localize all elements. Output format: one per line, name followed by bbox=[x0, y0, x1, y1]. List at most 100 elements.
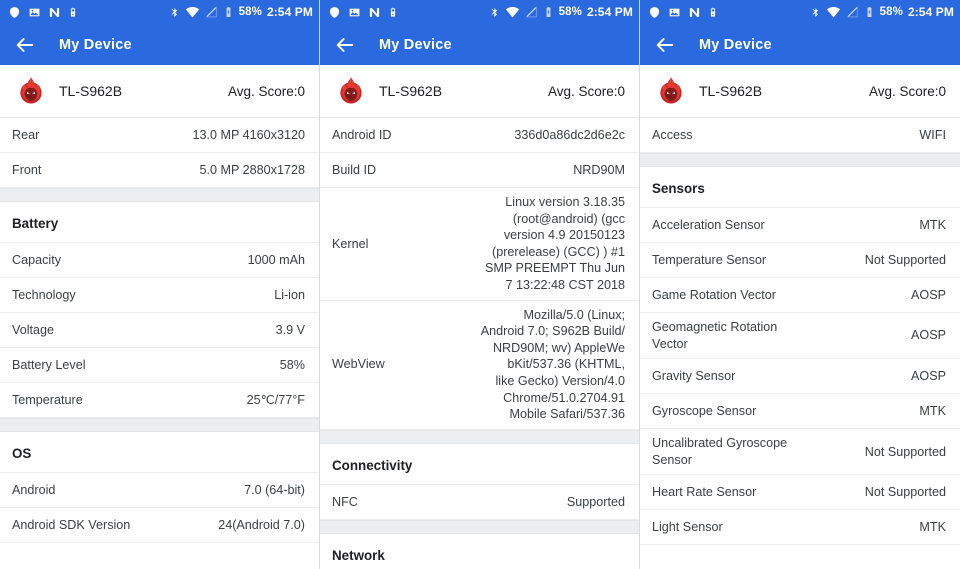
back-arrow-icon[interactable] bbox=[334, 34, 356, 56]
info-row[interactable]: Gyroscope Sensor MTK bbox=[640, 394, 960, 430]
info-row-value: Mozilla/5.0 (Linux; Android 7.0; S962B B… bbox=[480, 307, 625, 422]
battery-percent-label: 58% bbox=[558, 6, 582, 18]
info-row[interactable]: Gravity Sensor AOSP bbox=[640, 359, 960, 395]
avg-score-label: Avg. Score:0 bbox=[227, 83, 305, 99]
wifi-icon bbox=[185, 5, 200, 19]
info-row-label: Voltage bbox=[12, 322, 55, 337]
info-row[interactable]: Kernel Linux version 3.18.35 (root@androi… bbox=[320, 188, 639, 301]
section-separator bbox=[320, 429, 639, 444]
section-header: OS bbox=[0, 432, 319, 473]
info-row-value: MTK bbox=[919, 403, 946, 418]
battery-charging-icon bbox=[864, 5, 875, 19]
info-row[interactable]: Light Sensor MTK bbox=[640, 510, 960, 546]
page-title: My Device bbox=[379, 36, 452, 53]
info-row[interactable]: Build ID NRD90M bbox=[320, 153, 639, 188]
info-row-value: WIFI bbox=[919, 127, 946, 142]
info-row-label: Light Sensor bbox=[652, 520, 723, 535]
device-icon bbox=[708, 6, 718, 19]
blob-icon bbox=[8, 6, 21, 19]
info-row[interactable]: WebView Mozilla/5.0 (Linux; Android 7.0; … bbox=[320, 300, 639, 430]
wifi-icon bbox=[505, 5, 520, 19]
avg-score-label: Avg. Score:0 bbox=[547, 83, 625, 99]
info-row-value: Not Supported bbox=[864, 252, 946, 267]
info-row[interactable]: Voltage 3.9 V bbox=[0, 313, 319, 348]
status-bar-notification-icons bbox=[328, 6, 398, 19]
clock-label: 2:54 PM bbox=[907, 5, 954, 19]
antutu-flame-logo-icon bbox=[16, 76, 46, 106]
info-row[interactable]: NFC Supported bbox=[320, 484, 639, 520]
info-row-label: Android SDK Version bbox=[12, 517, 131, 532]
info-row-value: 25℃/77°F bbox=[246, 392, 305, 407]
nougat-n-icon bbox=[688, 6, 701, 19]
back-arrow-icon[interactable] bbox=[14, 34, 36, 56]
info-row[interactable]: Front 5.0 MP 2880x1728 bbox=[0, 153, 319, 188]
blob-icon bbox=[648, 6, 661, 19]
info-row[interactable]: Android 7.0 (64-bit) bbox=[0, 473, 319, 508]
wifi-icon bbox=[826, 5, 841, 19]
info-row[interactable]: Temperature 25℃/77°F bbox=[0, 383, 319, 418]
battery-percent-label: 58% bbox=[238, 6, 262, 18]
info-row-label: Kernel bbox=[332, 236, 369, 251]
info-row[interactable]: Android SDK Version 24(Android 7.0) bbox=[0, 508, 319, 543]
info-row-value: Supported bbox=[566, 494, 625, 509]
bluetooth-icon bbox=[169, 5, 180, 19]
info-row-value: 5.0 MP 2880x1728 bbox=[199, 162, 306, 177]
info-row[interactable]: Game Rotation Vector AOSP bbox=[640, 278, 960, 313]
info-row-value: NRD90M bbox=[573, 162, 625, 177]
app-bar: My Device bbox=[320, 24, 639, 65]
info-row-label: Capacity bbox=[12, 252, 61, 267]
panel-camera-battery-os: 58% 2:54 PM My Device TL-S962B Avg. Score:0 R… bbox=[0, 0, 320, 569]
status-bar-system-icons: 58% 2:54 PM bbox=[489, 5, 633, 19]
info-row-label: Temperature bbox=[12, 392, 83, 407]
info-row-value: 24(Android 7.0) bbox=[218, 517, 305, 532]
section-separator bbox=[0, 188, 319, 202]
battery-charging-icon bbox=[223, 5, 234, 19]
info-row-value: Li-ion bbox=[274, 287, 305, 302]
info-row[interactable]: Uncalibrated Gyroscope Sensor Not Support… bbox=[640, 429, 960, 476]
info-row[interactable]: Access WIFI bbox=[640, 118, 960, 153]
info-row[interactable]: Technology Li-ion bbox=[0, 278, 319, 313]
info-row-label: Acceleration Sensor bbox=[652, 217, 765, 232]
info-row[interactable]: Rear 13.0 MP 4160x3120 bbox=[0, 118, 319, 153]
info-row-label: WebView bbox=[332, 357, 385, 372]
device-model-label: TL-S962B bbox=[379, 83, 443, 99]
info-list[interactable]: Rear 13.0 MP 4160x3120 Front 5.0 MP 2880x17… bbox=[0, 118, 319, 569]
info-row[interactable]: Battery Level 58% bbox=[0, 348, 319, 383]
info-row-value: Linux version 3.18.35 (root@android) (gc… bbox=[485, 195, 625, 293]
avg-score-label: Avg. Score:0 bbox=[868, 83, 946, 99]
status-bar: 58% 2:54 PM bbox=[0, 0, 319, 24]
info-row[interactable]: Temperature Sensor Not Supported bbox=[640, 243, 960, 278]
device-model-label: TL-S962B bbox=[59, 83, 123, 99]
info-row[interactable]: Geomagnetic Rotation Vector AOSP bbox=[640, 313, 960, 360]
status-bar-system-icons: 58% 2:54 PM bbox=[169, 5, 313, 19]
info-row-label: Technology bbox=[12, 287, 76, 302]
back-arrow-icon[interactable] bbox=[654, 34, 676, 56]
info-row-value: AOSP bbox=[911, 287, 946, 302]
status-bar-system-icons: 58% 2:54 PM bbox=[810, 5, 954, 19]
device-icon bbox=[68, 6, 78, 19]
panel-sensors: 58% 2:54 PM My Device TL-S962B Avg. Score:0 A… bbox=[640, 0, 960, 569]
nougat-n-icon bbox=[48, 6, 61, 19]
status-bar: 58% 2:54 PM bbox=[640, 0, 960, 24]
section-header: Network bbox=[320, 533, 639, 569]
info-list[interactable]: Access WIFI Sensors Acceleration Sensor MTK T… bbox=[640, 118, 960, 569]
info-row[interactable]: Android ID 336d0a86dc2d6e2c bbox=[320, 118, 639, 153]
device-icon bbox=[388, 6, 398, 19]
section-separator bbox=[320, 519, 639, 534]
info-row[interactable]: Capacity 1000 mAh bbox=[0, 243, 319, 278]
antutu-flame-logo-icon bbox=[336, 76, 366, 106]
info-row[interactable]: Acceleration Sensor MTK bbox=[640, 208, 960, 243]
device-header: TL-S962B Avg. Score:0 bbox=[320, 65, 639, 118]
page-title: My Device bbox=[699, 36, 772, 53]
section-header: Battery bbox=[0, 202, 319, 243]
info-row[interactable]: Heart Rate Sensor Not Supported bbox=[640, 475, 960, 511]
info-row-label: Heart Rate Sensor bbox=[652, 485, 757, 500]
device-header: TL-S962B Avg. Score:0 bbox=[0, 65, 319, 118]
section-header: Connectivity bbox=[320, 443, 639, 485]
panel-system-connectivity: 58% 2:54 PM My Device TL-S962B Avg. Score:0 A… bbox=[320, 0, 640, 569]
info-row-label: Game Rotation Vector bbox=[652, 287, 776, 302]
photo-icon bbox=[668, 6, 681, 19]
info-row-label: Geomagnetic Rotation Vector bbox=[652, 320, 778, 351]
info-row-label: Android ID bbox=[332, 127, 392, 142]
info-list[interactable]: Android ID 336d0a86dc2d6e2c Build ID NRD90M… bbox=[320, 118, 639, 569]
